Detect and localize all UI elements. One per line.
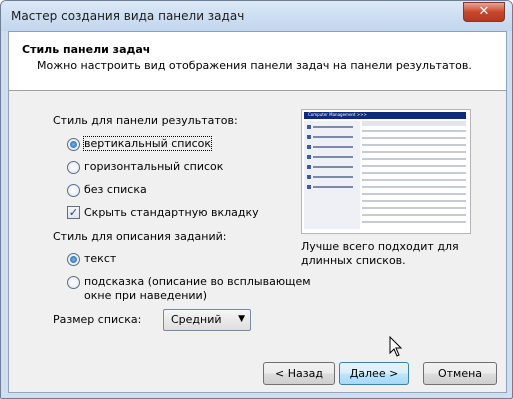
- results-style-label: Стиль для панели результатов:: [53, 114, 238, 127]
- preview-task-item: [307, 125, 357, 129]
- mouse-cursor-icon: [389, 336, 403, 357]
- title-bar[interactable]: Мастер создания вида панели задач ✕: [1, 1, 512, 31]
- preview-row: [362, 186, 466, 188]
- preview-task-item: [307, 145, 357, 149]
- preview-row: [362, 172, 466, 174]
- page-title: Стиль панели задач: [22, 43, 151, 56]
- preview-row: [362, 158, 466, 160]
- preview-row: [362, 200, 466, 202]
- radio-tooltip-label-line1[interactable]: подсказка (описание во всплывающем: [84, 275, 311, 288]
- wizard-window: Мастер создания вида панели задач ✕ Стил…: [0, 0, 513, 399]
- preview-row: [362, 144, 466, 146]
- preview-row: [362, 165, 466, 167]
- preview-row: [362, 151, 466, 153]
- page-subtitle: Можно настроить вид отображения панели з…: [37, 59, 472, 72]
- preview-task-list: [304, 121, 360, 229]
- list-size-select[interactable]: Средний ▼: [163, 309, 251, 331]
- preview-row: [362, 214, 466, 216]
- wizard-body: Стиль панели задач Можно настроить вид о…: [8, 31, 507, 393]
- next-button[interactable]: Далее >: [339, 362, 409, 385]
- back-button[interactable]: < Назад: [263, 362, 335, 385]
- radio-no-list[interactable]: [67, 184, 80, 197]
- preview-task-item: [307, 175, 357, 179]
- list-size-label: Размер списка:: [53, 313, 142, 326]
- window-title: Мастер создания вида панели задач: [11, 9, 245, 23]
- close-button[interactable]: ✕: [463, 2, 505, 22]
- radio-text[interactable]: [67, 253, 80, 266]
- preview-description-line1: Лучше всего подходит для: [301, 240, 459, 253]
- cancel-button[interactable]: Отмена: [423, 362, 497, 385]
- radio-tooltip[interactable]: [67, 276, 80, 289]
- radio-vertical-list[interactable]: [67, 138, 80, 151]
- preview-task-item: [307, 155, 357, 159]
- radio-text-label[interactable]: текст: [84, 252, 116, 265]
- preview-row: [362, 207, 466, 209]
- preview-row: [362, 221, 466, 223]
- radio-horizontal-list-label[interactable]: горизонтальный список: [84, 160, 223, 173]
- preview-description: Лучше всего подходит для длинных списков…: [301, 240, 461, 268]
- hide-tab-label[interactable]: Скрыть стандартную вкладку: [84, 206, 259, 219]
- preview-header-text: Computer Management >>>: [308, 112, 367, 117]
- preview-description-line2: длинных списков.: [301, 254, 406, 267]
- preview-column-header: [362, 121, 466, 126]
- hide-tab-checkbox[interactable]: ✓: [67, 206, 80, 219]
- radio-horizontal-list[interactable]: [67, 161, 80, 174]
- preview-header-bar: Computer Management >>>: [304, 112, 466, 119]
- preview-task-item: [307, 135, 357, 139]
- radio-vertical-list-label[interactable]: вертикальный список: [82, 136, 213, 151]
- preview-row: [362, 137, 466, 139]
- preview-row: [362, 193, 466, 195]
- preview-row: [362, 179, 466, 181]
- radio-tooltip-label-line2[interactable]: окне при наведении): [84, 289, 207, 302]
- close-icon: ✕: [478, 4, 490, 19]
- preview-task-item: [307, 185, 357, 189]
- preview-results-list: [362, 121, 466, 229]
- preview-image: Computer Management >>>: [301, 109, 471, 234]
- wizard-header: Стиль панели задач Можно настроить вид о…: [9, 32, 506, 91]
- preview-row: [362, 130, 466, 132]
- list-size-value: Средний: [171, 313, 222, 326]
- description-style-label: Стиль для описания заданий:: [53, 230, 227, 243]
- chevron-down-icon: ▼: [238, 314, 245, 324]
- radio-no-list-label[interactable]: без списка: [84, 183, 147, 196]
- preview-task-item: [307, 165, 357, 169]
